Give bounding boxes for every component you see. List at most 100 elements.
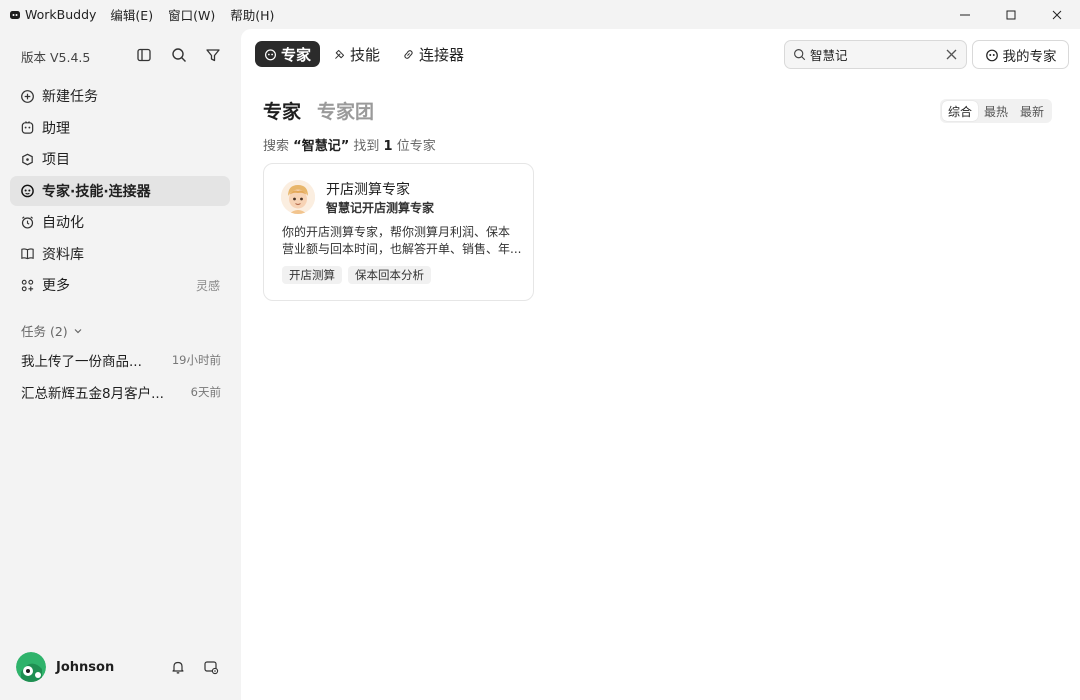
maximize-button[interactable]	[988, 0, 1034, 29]
chevron-down-icon	[74, 328, 82, 333]
menu-window[interactable]: 窗口(W)	[168, 5, 215, 24]
heading-tab-experts[interactable]: 专家	[263, 97, 301, 124]
project-icon	[20, 152, 35, 167]
version-row: 版本 V5.4.5	[21, 46, 226, 66]
sort-comprehensive[interactable]: 综合	[942, 101, 979, 121]
expert-avatar-icon	[281, 180, 315, 214]
nav-more[interactable]: 更多 灵感	[10, 270, 230, 300]
top-tabs: 专家 技能 连接器	[255, 41, 477, 67]
result-suffix: 位专家	[396, 139, 436, 154]
menu-help[interactable]: 帮助(H)	[230, 5, 274, 24]
sort-newest[interactable]: 最新	[1014, 101, 1050, 121]
nav-automation[interactable]: 自动化	[10, 207, 230, 237]
expert-icon	[20, 183, 35, 198]
user-row: Johnson	[16, 651, 226, 683]
nav-new-task[interactable]: 新建任务	[10, 81, 230, 111]
tab-label: 连接器	[419, 45, 465, 64]
nav-label: 助理	[42, 120, 70, 137]
inspiration-hint[interactable]: 灵感	[196, 277, 220, 294]
link-icon	[404, 49, 413, 59]
tasks-header[interactable]: 任务 (2)	[21, 321, 83, 340]
nav-experts-skills-connectors[interactable]: 专家·技能·连接器	[10, 175, 230, 206]
search-result-summary: 搜索 “智慧记” 找到 1 位专家	[263, 135, 436, 154]
close-button[interactable]	[1034, 0, 1080, 29]
bell-icon	[172, 661, 184, 674]
my-experts-button[interactable]: 我的专家	[972, 40, 1069, 69]
task-title: 我上传了一份商品...	[21, 354, 142, 370]
sidebar-panel-icon	[137, 48, 151, 62]
heading-tab-expert-teams[interactable]: 专家团	[317, 97, 374, 124]
app-logo-icon	[10, 10, 20, 19]
tab-connectors[interactable]: 连接器	[393, 41, 473, 67]
nav-label: 项目	[42, 152, 70, 168]
book-icon	[20, 246, 35, 261]
notifications-button[interactable]	[169, 658, 187, 676]
expert-tag: 保本回本分析	[348, 266, 431, 284]
assistant-icon	[20, 120, 35, 135]
app-name: WorkBuddy	[25, 7, 97, 22]
expert-avatar	[281, 180, 315, 214]
sidebar-search-button[interactable]	[170, 46, 188, 64]
result-prefix: 搜索	[263, 139, 290, 154]
apps-icon	[20, 278, 35, 293]
expert-description-line: 营业额与回本时间，也解答开单、销售、年...	[282, 242, 522, 256]
avatar[interactable]	[16, 652, 46, 682]
task-title: 汇总新辉五金8月客户...	[21, 386, 164, 402]
sidebar: 版本 V5.4.5 新建任务 助理 项目 专家·技能·连接器 自动化 资料库 更…	[0, 29, 240, 700]
expert-icon	[265, 48, 276, 60]
sort-segmented-control: 综合 最热 最新	[940, 99, 1053, 123]
nav-projects[interactable]: 项目	[10, 144, 230, 174]
expert-search-box	[784, 40, 967, 69]
task-item[interactable]: 我上传了一份商品... 19小时前	[21, 350, 221, 370]
tab-skills[interactable]: 技能	[324, 41, 389, 67]
main-panel: 专家 技能 连接器 我的专家 专家 专家团 综合 最热 最新 搜索 “智慧记” …	[241, 29, 1080, 700]
heading-tabs: 专家 专家团	[263, 97, 390, 124]
expert-subtitle: 智慧记开店测算专家	[326, 201, 435, 215]
nav-label: 自动化	[42, 215, 84, 231]
expert-icon	[985, 49, 998, 61]
toggle-sidebar-button[interactable]	[135, 46, 153, 64]
search-icon	[172, 48, 186, 62]
skill-icon	[335, 49, 345, 59]
title-bar: WorkBuddy 编辑(E) 窗口(W) 帮助(H)	[0, 0, 1080, 29]
sort-hottest[interactable]: 最热	[978, 101, 1014, 121]
search-icon	[794, 49, 806, 61]
search-input[interactable]	[810, 47, 940, 62]
result-query: “智慧记”	[293, 139, 350, 154]
close-icon	[1052, 10, 1062, 19]
tab-label: 技能	[350, 45, 381, 64]
nav-library[interactable]: 资料库	[10, 239, 230, 269]
clear-search-icon[interactable]	[945, 48, 958, 61]
sidebar-nav: 新建任务 助理 项目 专家·技能·连接器 自动化 资料库 更多 灵感	[10, 81, 230, 302]
result-middle: 找到	[353, 139, 380, 154]
nav-label: 专家·技能·连接器	[42, 183, 151, 200]
user-name: Johnson	[56, 659, 115, 675]
task-time: 19小时前	[171, 353, 221, 367]
tab-experts[interactable]: 专家	[255, 41, 321, 67]
feedback-button[interactable]	[202, 658, 220, 676]
filter-icon	[206, 49, 220, 62]
my-experts-label: 我的专家	[1002, 48, 1057, 65]
tab-label: 专家	[281, 45, 312, 64]
plus-circle-icon	[20, 89, 35, 104]
expert-tags: 开店测算 保本回本分析	[282, 266, 437, 284]
alarm-clock-icon	[20, 215, 35, 230]
maximize-icon	[1006, 10, 1016, 19]
task-item[interactable]: 汇总新辉五金8月客户... 6天前	[21, 382, 221, 402]
filter-button[interactable]	[204, 46, 222, 64]
nav-label: 更多	[42, 278, 70, 294]
avatar-icon	[16, 652, 46, 682]
chat-settings-icon	[204, 661, 219, 675]
expert-card[interactable]: 开店测算专家 智慧记开店测算专家 你的开店测算专家，帮你测算月利润、保本 营业额…	[263, 163, 534, 301]
nav-assistant[interactable]: 助理	[10, 113, 230, 143]
menu-edit[interactable]: 编辑(E)	[110, 5, 153, 24]
expert-tag: 开店测算	[282, 266, 342, 284]
nav-label: 新建任务	[42, 89, 98, 105]
tasks-header-label: 任务 (2)	[21, 324, 68, 339]
nav-label: 资料库	[42, 246, 84, 263]
minimize-icon	[960, 14, 970, 15]
window-controls	[942, 0, 1080, 29]
result-count: 1	[383, 139, 393, 154]
expert-name: 开店测算专家	[326, 182, 410, 198]
minimize-button[interactable]	[942, 0, 988, 29]
